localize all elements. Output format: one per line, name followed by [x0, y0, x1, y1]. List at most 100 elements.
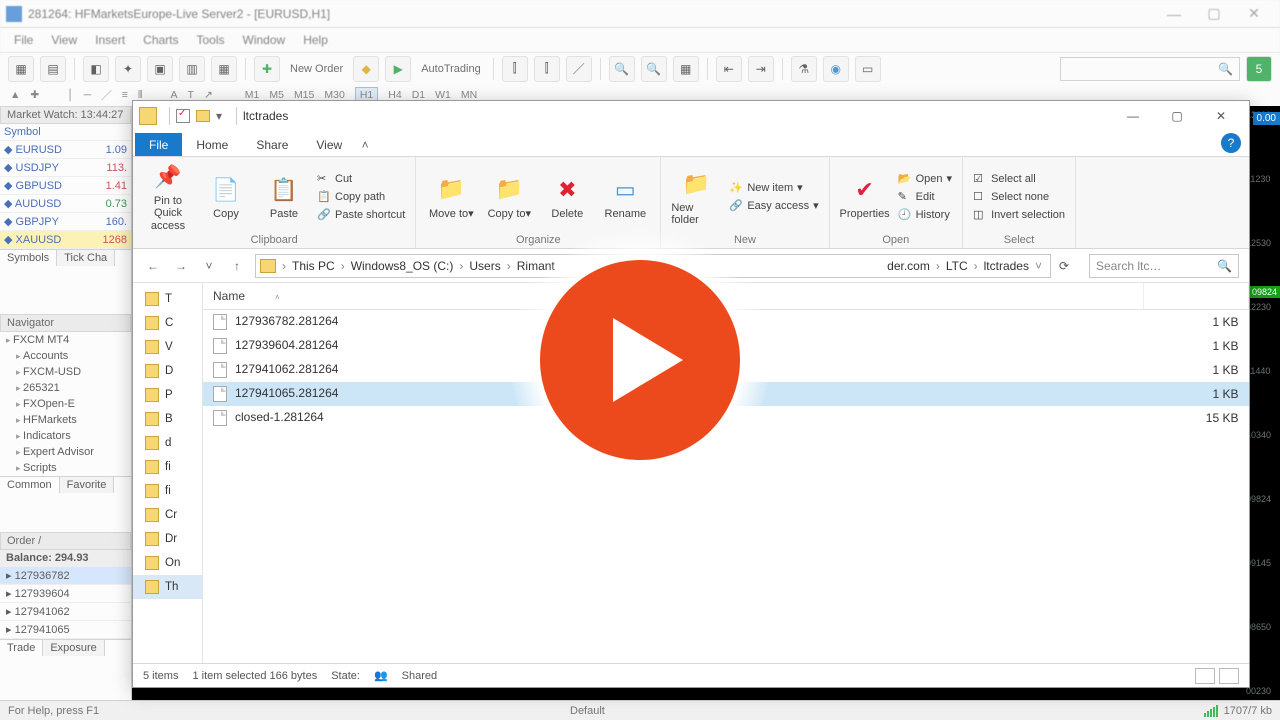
selectnone-button[interactable]: ☐Select none — [973, 190, 1065, 204]
navpane-item[interactable]: fi — [133, 455, 202, 479]
navpane-item[interactable]: Cr — [133, 503, 202, 527]
periods-icon[interactable]: ◉ — [823, 56, 849, 82]
pasteshortcut-button[interactable]: 🔗Paste shortcut — [317, 208, 405, 222]
open-button[interactable]: 📂Open ▾ — [898, 172, 952, 186]
nav-item[interactable]: FXOpen-E — [16, 396, 131, 412]
menu-view[interactable]: View — [51, 33, 77, 47]
play-overlay[interactable] — [510, 230, 770, 490]
explorer-search[interactable]: Search ltc… 🔍 — [1089, 254, 1239, 278]
hline-icon[interactable]: ─ — [84, 89, 91, 101]
qat-properties-icon[interactable] — [176, 109, 190, 123]
path-dropdown-icon[interactable]: ˅ — [1031, 259, 1046, 273]
cut-button[interactable]: ✂Cut — [317, 172, 405, 186]
tab-view[interactable]: View — [302, 133, 356, 156]
order-row[interactable]: ▸ 127936782 — [0, 567, 131, 585]
tool-terminal-icon[interactable]: ▣ — [147, 56, 173, 82]
view-large-icon[interactable] — [1219, 668, 1239, 684]
zoom-in-icon[interactable]: 🔍 — [609, 56, 635, 82]
navpane-item[interactable]: Th — [133, 575, 202, 599]
autotrading-icon[interactable]: ▶ — [385, 56, 411, 82]
newitem-button[interactable]: ✨New item ▾ — [729, 181, 818, 195]
crumb-1[interactable]: Windows8_OS (C:) — [351, 259, 454, 273]
navpane-item[interactable]: D — [133, 359, 202, 383]
tool-navigator-icon[interactable]: ✦ — [115, 56, 141, 82]
new-order-label[interactable]: New Order — [286, 63, 347, 75]
back-button[interactable]: ← — [143, 259, 163, 273]
mw-row[interactable]: ◆ XAUUSD1268 — [0, 231, 131, 249]
vline-icon[interactable]: │ — [67, 89, 74, 101]
tool-marketwatch-icon[interactable]: ◧ — [83, 56, 109, 82]
navpane-item[interactable]: V — [133, 335, 202, 359]
navpane-item[interactable]: T — [133, 287, 202, 311]
mw-tab-tick[interactable]: Tick Cha — [57, 250, 115, 266]
menu-window[interactable]: Window — [243, 33, 286, 47]
tool-new-chart-icon[interactable]: ▦ — [8, 56, 34, 82]
nav-item[interactable]: 265321 — [16, 380, 131, 396]
nav-root[interactable]: FXCM MT4 — [6, 332, 131, 348]
tab-share[interactable]: Share — [242, 133, 302, 156]
candle-chart-icon[interactable]: ⫿ — [534, 56, 560, 82]
invertsel-button[interactable]: ◫Invert selection — [973, 208, 1065, 222]
menu-insert[interactable]: Insert — [95, 33, 125, 47]
zoom-out-icon[interactable]: 🔍 — [641, 56, 667, 82]
ribbon-collapse-icon[interactable]: ˄ — [356, 138, 374, 152]
maximize-button[interactable]: ▢ — [1194, 5, 1234, 22]
menu-charts[interactable]: Charts — [143, 33, 178, 47]
term-tab-trade[interactable]: Trade — [0, 640, 43, 656]
tab-file[interactable]: File — [135, 133, 182, 156]
ex-maximize-button[interactable]: ▢ — [1155, 102, 1199, 130]
copy-button[interactable]: 📄Copy — [201, 174, 251, 220]
autoscroll-icon[interactable]: ⇥ — [748, 56, 774, 82]
autotrading-label[interactable]: AutoTrading — [417, 63, 485, 75]
close-button[interactable]: ✕ — [1234, 5, 1274, 22]
pin-button[interactable]: 📌Pin to Quick access — [143, 161, 193, 231]
order-row[interactable]: ▸ 127941065 — [0, 621, 131, 639]
moveto-button[interactable]: 📁Move to▾ — [426, 173, 476, 220]
qat-dropdown-icon[interactable]: ▾ — [216, 109, 230, 123]
nav-tab-common[interactable]: Common — [0, 477, 60, 493]
tool-tester-icon[interactable]: ▥ — [179, 56, 205, 82]
menu-tools[interactable]: Tools — [197, 33, 225, 47]
navpane-item[interactable]: Dr — [133, 527, 202, 551]
rename-button[interactable]: ▭Rename — [600, 174, 650, 220]
mw-row[interactable]: ◆ EURUSD1.09 — [0, 141, 131, 159]
minimize-button[interactable]: — — [1154, 6, 1194, 22]
nav-item[interactable]: Expert Advisor — [16, 444, 131, 460]
nav-tab-fav[interactable]: Favorite — [60, 477, 115, 493]
indicators-icon[interactable]: ⚗ — [791, 56, 817, 82]
term-tab-exposure[interactable]: Exposure — [43, 640, 104, 656]
navpane-item[interactable]: B — [133, 407, 202, 431]
ex-minimize-button[interactable]: — — [1111, 102, 1155, 130]
new-order-icon[interactable]: ✚ — [254, 56, 280, 82]
mw-row[interactable]: ◆ GBPUSD1.41 — [0, 177, 131, 195]
mw-row[interactable]: ◆ AUDUSD0.73 — [0, 195, 131, 213]
nav-item[interactable]: Indicators — [16, 428, 131, 444]
refresh-button[interactable]: ⟳ — [1059, 259, 1081, 273]
explorer-titlebar[interactable]: ▾ ltctrades — ▢ ✕ — [133, 101, 1249, 131]
help-icon[interactable]: ? — [1221, 133, 1241, 153]
col-size[interactable] — [1144, 283, 1249, 310]
crumb-5[interactable]: der.com — [887, 259, 930, 273]
mt4-search[interactable]: 🔍 — [1060, 57, 1240, 81]
selectall-button[interactable]: ☑Select all — [973, 172, 1065, 186]
crumb-2[interactable]: Users — [469, 259, 500, 273]
crumb-6[interactable]: LTC — [946, 259, 968, 273]
mw-row[interactable]: ◆ GBPJPY160. — [0, 213, 131, 231]
metaeditor-icon[interactable]: ◆ — [353, 56, 379, 82]
nav-pane[interactable]: TCVDPBdfifiCrDrOnTh — [133, 283, 203, 663]
tab-home[interactable]: Home — [182, 133, 242, 156]
tool-profiles-icon[interactable]: ▤ — [40, 56, 66, 82]
cursor-icon[interactable]: ▲ — [10, 89, 20, 101]
crumb-7[interactable]: ltctrades — [984, 259, 1029, 273]
navpane-item[interactable]: C — [133, 311, 202, 335]
up-button[interactable]: ↑ — [227, 259, 247, 273]
navpane-item[interactable]: P — [133, 383, 202, 407]
easyaccess-button[interactable]: 🔗Easy access ▾ — [729, 199, 818, 213]
nav-item[interactable]: Accounts — [16, 348, 131, 364]
qat-folder-icon[interactable] — [196, 110, 210, 122]
menu-file[interactable]: File — [14, 33, 33, 47]
properties-button[interactable]: ✔Properties — [840, 174, 890, 220]
templates-icon[interactable]: ▭ — [855, 56, 881, 82]
play-button[interactable] — [540, 260, 740, 460]
newfolder-button[interactable]: 📁New folder — [671, 168, 721, 226]
